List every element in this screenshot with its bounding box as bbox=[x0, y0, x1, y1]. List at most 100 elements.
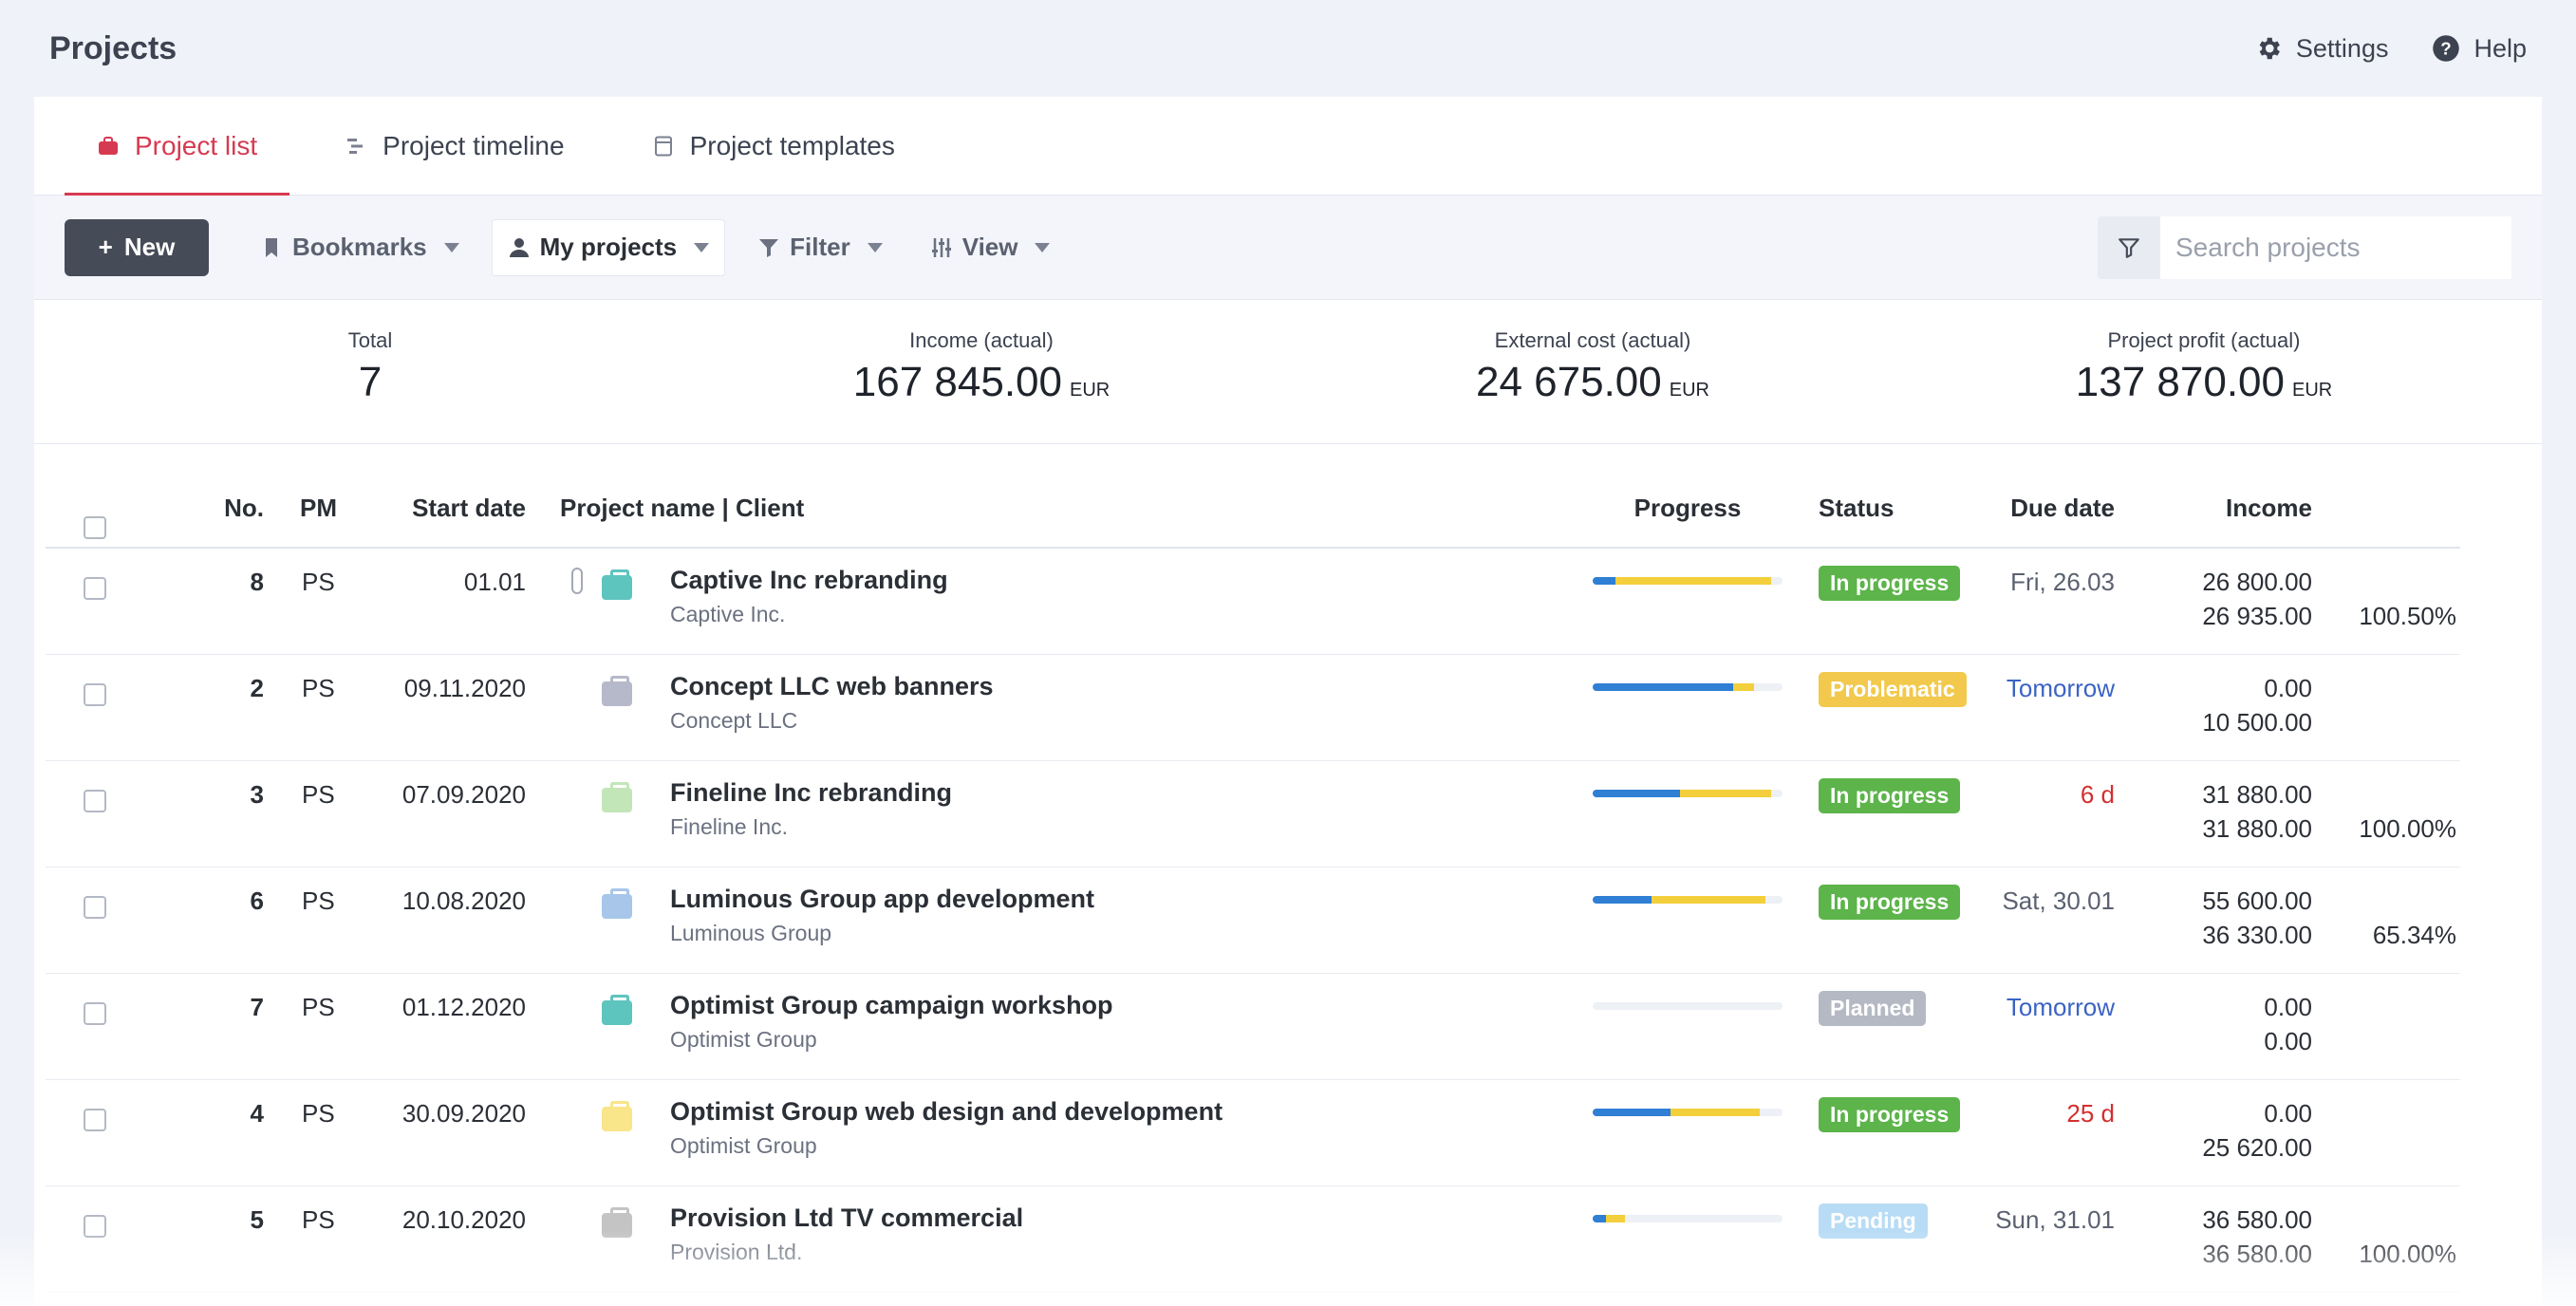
client-name[interactable]: Provision Ltd. bbox=[670, 1240, 802, 1265]
col-pm[interactable]: PM bbox=[300, 494, 337, 523]
income-planned: 0.00 bbox=[2264, 993, 2312, 1021]
new-button[interactable]: + New bbox=[65, 218, 209, 276]
tab-project-templates[interactable]: Project templates bbox=[620, 97, 927, 195]
filter-dropdown[interactable]: Filter bbox=[742, 219, 898, 276]
row-no: 2 bbox=[250, 674, 264, 702]
stat-unit: EUR bbox=[2291, 380, 2333, 401]
filter-icon bbox=[759, 238, 779, 257]
tab-label: Project list bbox=[135, 130, 258, 160]
status-badge[interactable]: In progress bbox=[1819, 778, 1961, 813]
sliders-icon bbox=[931, 237, 951, 257]
tab-project-timeline[interactable]: Project timeline bbox=[312, 97, 596, 195]
bookmarks-dropdown[interactable]: Bookmarks bbox=[245, 219, 475, 276]
income-planned: 36 580.00 bbox=[2202, 1205, 2312, 1234]
help-icon: ? bbox=[2433, 35, 2460, 62]
client-name[interactable]: Concept LLC bbox=[670, 708, 797, 734]
search-input[interactable] bbox=[2160, 216, 2511, 279]
search-filter-button[interactable] bbox=[2098, 216, 2160, 279]
row-no: 8 bbox=[250, 568, 264, 596]
status-badge[interactable]: Pending bbox=[1819, 1203, 1928, 1239]
row-checkbox[interactable] bbox=[84, 577, 106, 600]
settings-button[interactable]: Settings bbox=[2254, 34, 2388, 64]
project-name-link[interactable]: Concept LLC web banners bbox=[670, 672, 994, 701]
row-pm: PS bbox=[302, 1099, 335, 1128]
table-header: No. PM Start date Project name | Client … bbox=[46, 469, 2460, 549]
project-name-link[interactable]: Luminous Group app development bbox=[670, 885, 1094, 914]
table-row[interactable]: 8 PS 01.01 Captive Inc rebranding Captiv… bbox=[46, 549, 2460, 655]
stat-total: Total 7 bbox=[348, 328, 392, 406]
client-name[interactable]: Fineline Inc. bbox=[670, 814, 788, 840]
template-icon bbox=[654, 136, 672, 156]
stat-value-row: 167 845.00 EUR bbox=[853, 359, 1110, 406]
chevron-down-icon bbox=[867, 242, 883, 252]
row-checkbox[interactable] bbox=[84, 1002, 106, 1025]
due-date: Sun, 31.01 bbox=[1995, 1205, 2115, 1234]
row-checkbox[interactable] bbox=[84, 896, 106, 919]
client-name[interactable]: Optimist Group bbox=[670, 1027, 817, 1053]
status-badge[interactable]: In progress bbox=[1819, 566, 1961, 601]
briefcase-icon bbox=[602, 995, 632, 1025]
project-name-link[interactable]: Captive Inc rebranding bbox=[670, 566, 948, 595]
timeline-icon bbox=[347, 138, 364, 154]
income-percent: 100.00% bbox=[2359, 1240, 2456, 1268]
table-row[interactable]: 5 PS 20.10.2020 Provision Ltd TV commerc… bbox=[46, 1186, 2460, 1293]
row-no: 4 bbox=[250, 1099, 264, 1128]
progress-bar bbox=[1593, 683, 1783, 691]
toolbar: + New Bookmarks My projects Filter View bbox=[34, 196, 2542, 300]
col-no[interactable]: No. bbox=[188, 494, 264, 523]
view-dropdown[interactable]: View bbox=[915, 219, 1066, 276]
status-badge[interactable]: Planned bbox=[1819, 991, 1927, 1026]
table-row[interactable]: 7 PS 01.12.2020 Optimist Group campaign … bbox=[46, 974, 2460, 1080]
row-checkbox[interactable] bbox=[84, 1215, 106, 1238]
status-badge[interactable]: In progress bbox=[1819, 1097, 1961, 1132]
status-cell: Problematic bbox=[1819, 672, 1967, 707]
project-name-link[interactable]: Fineline Inc rebranding bbox=[670, 778, 952, 808]
table-row[interactable]: 3 PS 07.09.2020 Fineline Inc rebranding … bbox=[46, 761, 2460, 868]
col-income[interactable]: Income bbox=[2134, 494, 2312, 523]
client-name[interactable]: Captive Inc. bbox=[670, 602, 785, 627]
help-button[interactable]: ? Help bbox=[2432, 34, 2527, 64]
briefcase-icon bbox=[602, 569, 632, 600]
client-name[interactable]: Optimist Group bbox=[670, 1133, 817, 1159]
progress-bar bbox=[1593, 896, 1783, 904]
col-progress[interactable]: Progress bbox=[1593, 494, 1783, 523]
paperclip-icon[interactable] bbox=[571, 568, 583, 594]
projects-table: No. PM Start date Project name | Client … bbox=[46, 469, 2460, 1293]
col-start-date[interactable]: Start date bbox=[368, 494, 526, 523]
row-start-date: 30.09.2020 bbox=[401, 1099, 526, 1128]
col-due-date[interactable]: Due date bbox=[1972, 494, 2115, 523]
my-projects-dropdown[interactable]: My projects bbox=[491, 218, 726, 276]
view-label: View bbox=[961, 233, 1018, 261]
due-date: Tomorrow bbox=[2006, 674, 2115, 702]
tab-project-list[interactable]: Project list bbox=[65, 97, 290, 196]
progress-actual bbox=[1593, 1215, 1606, 1222]
client-name[interactable]: Luminous Group bbox=[670, 921, 831, 946]
income-actual: 36 580.00 bbox=[2202, 1240, 2312, 1268]
briefcase-icon bbox=[602, 888, 632, 919]
summary-bar: Total 7 Income (actual) 167 845.00 EUR Ex… bbox=[34, 300, 2542, 444]
table-row[interactable]: 4 PS 30.09.2020 Optimist Group web desig… bbox=[46, 1080, 2460, 1186]
bookmarks-label: Bookmarks bbox=[292, 233, 427, 261]
page-title: Projects bbox=[49, 29, 177, 66]
col-project-name[interactable]: Project name | Client bbox=[560, 494, 804, 523]
stat-label: Total bbox=[347, 328, 393, 352]
select-all-checkbox[interactable] bbox=[84, 516, 106, 539]
top-bar: Projects Settings ? Help bbox=[0, 0, 2576, 97]
table-row[interactable]: 6 PS 10.08.2020 Luminous Group app devel… bbox=[46, 868, 2460, 974]
status-badge[interactable]: In progress bbox=[1819, 885, 1961, 920]
income-planned: 0.00 bbox=[2264, 1099, 2312, 1128]
table-row[interactable]: 2 PS 09.11.2020 Concept LLC web banners … bbox=[46, 655, 2460, 761]
stat-label: Project profit (actual) bbox=[2107, 328, 2301, 352]
row-checkbox[interactable] bbox=[84, 683, 106, 706]
income-planned: 26 800.00 bbox=[2202, 568, 2312, 596]
project-name-link[interactable]: Optimist Group web design and developmen… bbox=[670, 1097, 1223, 1127]
col-status[interactable]: Status bbox=[1819, 494, 1894, 523]
row-no: 3 bbox=[250, 780, 264, 809]
project-name-link[interactable]: Optimist Group campaign workshop bbox=[670, 991, 1113, 1020]
progress-bar bbox=[1593, 577, 1783, 585]
svg-text:?: ? bbox=[2441, 38, 2452, 58]
project-name-link[interactable]: Provision Ltd TV commercial bbox=[670, 1203, 1023, 1233]
row-checkbox[interactable] bbox=[84, 790, 106, 812]
row-checkbox[interactable] bbox=[84, 1109, 106, 1131]
status-badge[interactable]: Problematic bbox=[1819, 672, 1967, 707]
